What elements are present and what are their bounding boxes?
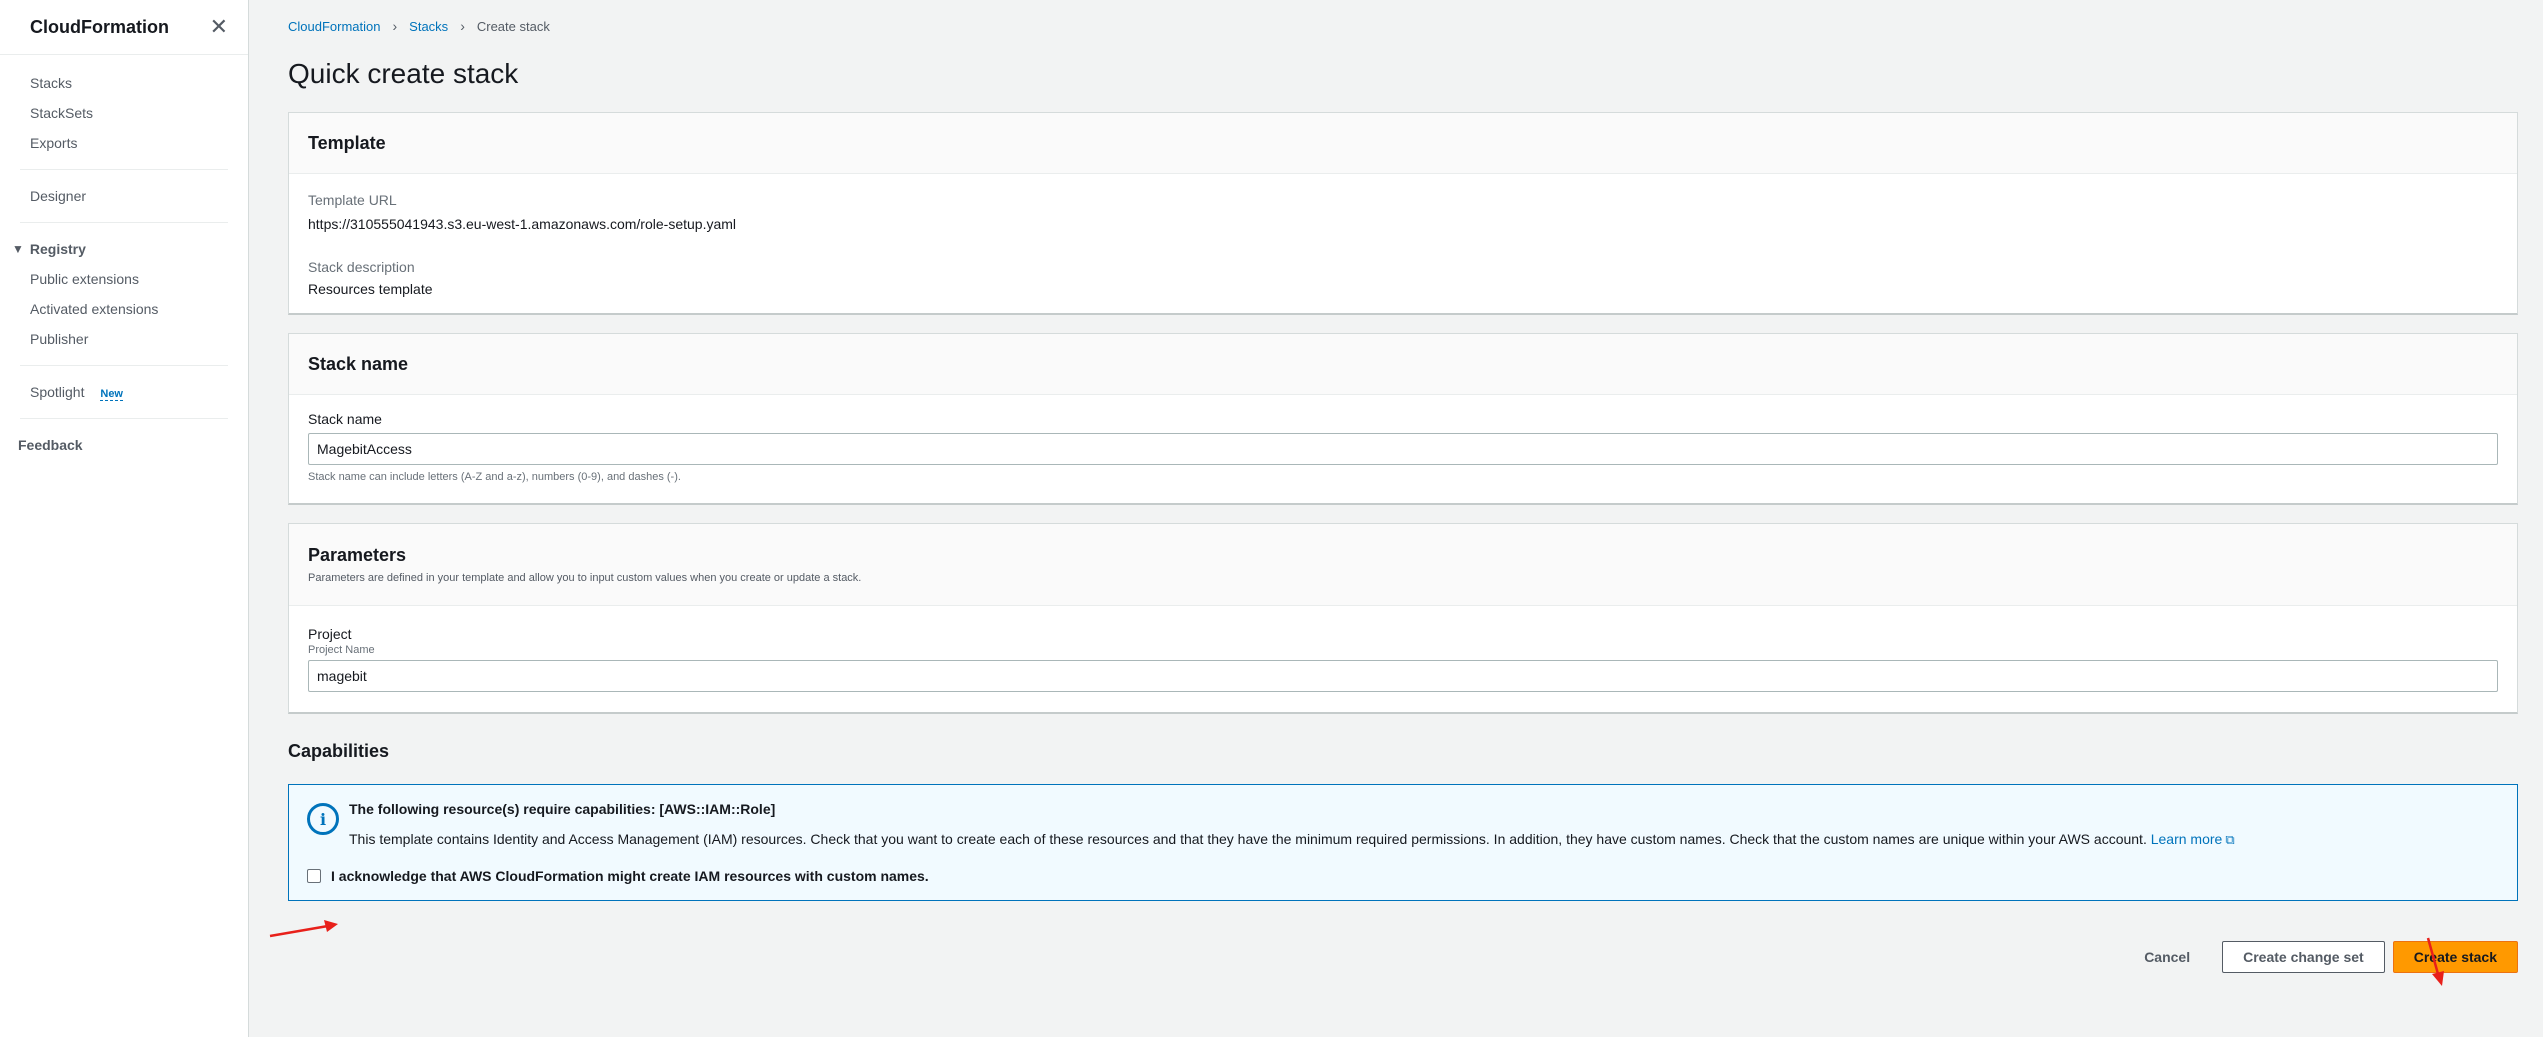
breadcrumb: CloudFormation › Stacks › Create stack bbox=[288, 0, 2518, 52]
form-footer: Cancel Create change set Create stack bbox=[288, 941, 2518, 973]
sidebar-item-label: Spotlight bbox=[30, 384, 85, 400]
sidebar-item-designer[interactable]: Designer bbox=[0, 181, 248, 211]
main-content: CloudFormation › Stacks › Create stack Q… bbox=[288, 0, 2518, 973]
sidebar-item-stacksets[interactable]: StackSets bbox=[0, 98, 248, 128]
sidebar-title: CloudFormation bbox=[30, 16, 169, 37]
sidebar-divider bbox=[20, 418, 228, 419]
sidebar-divider bbox=[20, 169, 228, 170]
sidebar-item-publisher[interactable]: Publisher bbox=[0, 324, 248, 354]
page-title: Quick create stack bbox=[288, 58, 519, 89]
project-sublabel: Project Name bbox=[308, 644, 375, 656]
panel-subtitle: Parameters are defined in your template … bbox=[308, 572, 862, 584]
template-url-label: Template URL bbox=[308, 192, 397, 208]
panel-body: Project Project Name bbox=[289, 606, 2517, 712]
template-panel: Template Template URL https://3105550419… bbox=[288, 112, 2518, 315]
template-url-value: https://310555041943.s3.eu-west-1.amazon… bbox=[308, 216, 737, 232]
sidebar-item-public-extensions[interactable]: Public extensions bbox=[0, 264, 248, 294]
external-link-icon: ⧉ bbox=[2225, 832, 2235, 847]
panel-header: Parameters Parameters are defined in you… bbox=[289, 524, 2517, 606]
sidebar-divider bbox=[20, 222, 228, 223]
breadcrumb-cloudformation[interactable]: CloudFormation bbox=[288, 19, 381, 34]
sidebar-section-registry[interactable]: ▼ Registry bbox=[0, 234, 248, 264]
parameters-panel: Parameters Parameters are defined in you… bbox=[288, 523, 2518, 714]
sidebar-section-label: Registry bbox=[29, 241, 86, 257]
alert-text: This template contains Identity and Acce… bbox=[349, 831, 2499, 848]
breadcrumb-stacks[interactable]: Stacks bbox=[409, 19, 448, 34]
panel-title: Stack name bbox=[308, 353, 409, 374]
capabilities-heading: Capabilities bbox=[288, 741, 390, 761]
close-icon[interactable]: ✕ bbox=[210, 16, 228, 38]
panel-header: Stack name bbox=[289, 334, 2517, 395]
sidebar-header: CloudFormation ✕ bbox=[0, 0, 248, 55]
create-change-set-button[interactable]: Create change set bbox=[2222, 941, 2385, 973]
sidebar-nav: Stacks StackSets Exports Designer ▼ Regi… bbox=[0, 55, 248, 460]
create-stack-button[interactable]: Create stack bbox=[2392, 941, 2518, 973]
project-input[interactable] bbox=[308, 660, 2498, 692]
acknowledge-row: I acknowledge that AWS CloudFormation mi… bbox=[307, 868, 2499, 884]
sidebar-item-exports[interactable]: Exports bbox=[0, 128, 248, 158]
stack-name-hint: Stack name can include letters (A-Z and … bbox=[308, 471, 681, 483]
alert-body: This template contains Identity and Acce… bbox=[349, 831, 2147, 847]
sidebar-item-stacks[interactable]: Stacks bbox=[0, 68, 248, 98]
alert-title: The following resource(s) require capabi… bbox=[349, 801, 776, 817]
project-label: Project bbox=[308, 626, 352, 642]
capabilities-alert: i The following resource(s) require capa… bbox=[288, 784, 2518, 901]
panel-title: Template bbox=[308, 132, 386, 153]
acknowledge-checkbox[interactable] bbox=[307, 869, 321, 883]
sidebar-item-spotlight[interactable]: Spotlight New bbox=[0, 377, 248, 407]
panel-title: Parameters bbox=[308, 545, 407, 565]
panel-body: Stack name Stack name can include letter… bbox=[289, 395, 2517, 503]
sidebar: CloudFormation ✕ Stacks StackSets Export… bbox=[0, 0, 249, 1037]
stack-description-value: Resources template bbox=[308, 281, 433, 297]
new-badge: New bbox=[100, 388, 123, 401]
panel-body: Template URL https://310555041943.s3.eu-… bbox=[289, 174, 2517, 313]
panel-header: Template bbox=[289, 113, 2517, 174]
stack-description-label: Stack description bbox=[308, 259, 415, 275]
stack-name-panel: Stack name Stack name Stack name can inc… bbox=[288, 333, 2518, 505]
sidebar-divider bbox=[20, 365, 228, 366]
stack-name-input[interactable] bbox=[308, 433, 2498, 465]
alert-content: The following resource(s) require capabi… bbox=[307, 801, 2499, 884]
chevron-right-icon: › bbox=[460, 18, 465, 34]
caret-down-icon: ▼ bbox=[12, 242, 24, 256]
cancel-button[interactable]: Cancel bbox=[2120, 941, 2214, 973]
sidebar-item-activated-extensions[interactable]: Activated extensions bbox=[0, 294, 248, 324]
info-icon: i bbox=[307, 803, 339, 835]
stack-name-label: Stack name bbox=[308, 411, 382, 427]
sidebar-feedback[interactable]: Feedback bbox=[0, 430, 248, 460]
chevron-right-icon: › bbox=[392, 18, 398, 34]
acknowledge-label[interactable]: I acknowledge that AWS CloudFormation mi… bbox=[331, 868, 929, 884]
learn-more-link[interactable]: Learn more bbox=[2151, 831, 2223, 847]
breadcrumb-current: Create stack bbox=[476, 18, 550, 34]
